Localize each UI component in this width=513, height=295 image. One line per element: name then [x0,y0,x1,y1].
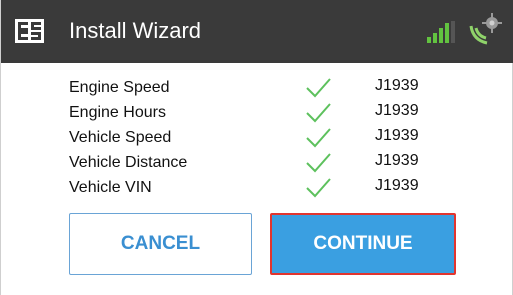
list-item: Vehicle Distance J1939 [1,150,513,175]
parameter-label: Engine Speed [69,79,170,96]
parameter-label: Vehicle VIN [69,179,152,196]
page-title: Install Wizard [69,18,202,43]
list-item: Vehicle Speed J1939 [1,125,513,150]
check-icon [306,178,331,198]
protocol-value: J1939 [375,77,419,94]
protocol-value: J1939 [375,102,419,119]
e-logo-icon [15,19,44,43]
check-icon [306,78,331,98]
list-item: Vehicle VIN J1939 [1,175,513,200]
list-item: Engine Hours J1939 [1,100,513,125]
cancel-button[interactable]: CANCEL [69,213,252,275]
parameter-label: Vehicle Distance [69,154,188,171]
parameter-label: Engine Hours [69,104,166,121]
continue-button[interactable]: CONTINUE [270,213,456,275]
check-icon [306,103,331,123]
list-item: Engine Speed J1939 [1,75,513,100]
install-wizard-screen: Install Wizard Engine Speed J1939 Engine… [0,0,513,295]
check-icon [306,153,331,173]
protocol-value: J1939 [375,152,419,169]
protocol-value: J1939 [375,127,419,144]
parameter-label: Vehicle Speed [69,129,172,146]
parameter-list: Engine Speed J1939 Engine Hours J1939 Ve… [1,75,513,200]
signal-strength-icon [427,21,455,43]
title-bar: Install Wizard [1,0,513,63]
gps-satellite-icon [469,13,502,45]
protocol-value: J1939 [375,177,419,194]
check-icon [306,128,331,148]
